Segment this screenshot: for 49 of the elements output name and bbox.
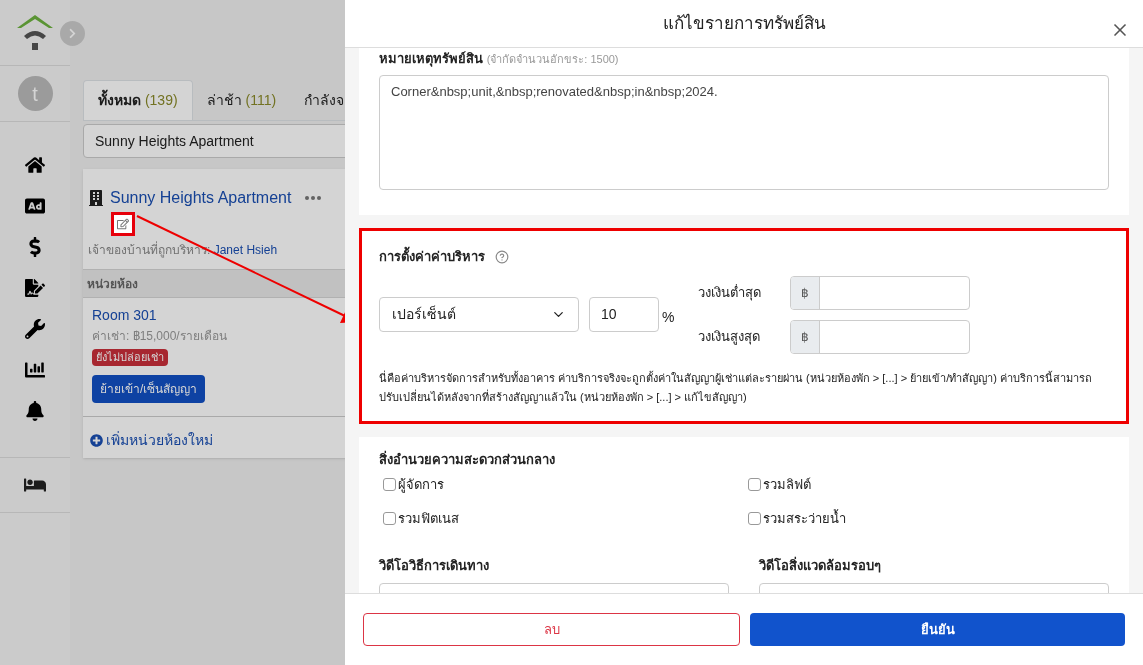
video-label: วิดีโอวิธีการเดินทาง: [379, 557, 490, 575]
amount-field[interactable]: ฿: [790, 275, 971, 310]
home-icon[interactable]: [25, 155, 45, 175]
bar-chart-icon[interactable]: [25, 360, 45, 380]
fee-type-value: เปอร์เซ็นต์: [392, 304, 456, 324]
checkbox[interactable]: [383, 478, 396, 492]
limit-label: วงเงินสูงสุด: [698, 327, 762, 347]
wrench-icon[interactable]: [25, 319, 45, 339]
checkbox[interactable]: [383, 511, 396, 525]
property-name[interactable]: Sunny Heights Apartment: [110, 186, 292, 210]
notes-textarea[interactable]: Corner&nbsp;unit,&nbsp;renovated&nbsp;in&nbsp;2024.: [379, 75, 1109, 190]
fee-type-select[interactable]: เปอร์เซ็นต์: [379, 297, 579, 332]
add-unit-link[interactable]: เพิ่มหน่วยห้องใหม่: [106, 429, 213, 451]
logo-icon: [15, 13, 55, 52]
checkbox-label[interactable]: รวมสระว่ายน้ำ: [763, 508, 846, 528]
move-in-button[interactable]: ย้ายเข้า/เซ็นสัญญา: [92, 374, 206, 403]
unit-rent: ค่าเช่า: ฿15,000/รายเดือน: [92, 328, 227, 345]
tab[interactable]: ล่าช้า (111): [192, 80, 291, 120]
help-icon[interactable]: [495, 249, 509, 264]
more-icon[interactable]: [305, 196, 322, 200]
tab[interactable]: กำลังจ: [290, 80, 359, 120]
owner-line: เจ้าของบ้านที่ถูกบริหาร: Janet Hsieh: [88, 241, 278, 259]
checkbox-label[interactable]: รวมลิฟต์: [763, 475, 811, 495]
amenities-title: สิ่งอำนวยความสะดวกส่วนกลาง: [379, 449, 556, 469]
edit-button[interactable]: [111, 212, 135, 236]
dialog-title: แก้ไขรายการทรัพย์สิน: [662, 12, 826, 35]
fee-value-field[interactable]: 10: [589, 297, 659, 332]
add-icon: [90, 433, 103, 447]
chevron-right-icon: [67, 27, 78, 39]
checkbox-label[interactable]: ผู้จัดการ: [398, 475, 444, 495]
confirm-button[interactable]: ยืนยัน: [750, 613, 1125, 646]
edit-icon: [117, 218, 129, 230]
status-badge: ยังไม่ปล่อยเช่า: [92, 349, 168, 366]
bell-icon[interactable]: [25, 401, 45, 421]
video-label: วิดีโอสิ่งแวดล้อมรอบๆ: [759, 556, 882, 575]
amount-field[interactable]: ฿: [790, 319, 971, 354]
building-icon: [88, 190, 104, 206]
contract-icon[interactable]: [25, 278, 45, 298]
delete-button[interactable]: ลบ: [363, 613, 740, 646]
ad-icon[interactable]: [25, 196, 45, 216]
tab[interactable]: ทั้งหมด (139): [83, 80, 193, 120]
fee-note: นี่คือค่าบริหารจัดการสำหรับทั้งอาคาร ค่าบริการจริงจะถูกตั้งค่าในสัญญาผู้เช่าแต่ละรายผ่าน (หน่วยห้องพัก > [...] > ย้ายเข้า/ทำสัญญา) ค่าบริการนี้สามารถปรับเปลี่ยนได้หลังจากที่สร้างสัญญาแล้วใน (หน่วยห้องพัก > [...] > แก้ไขสัญญา): [379, 369, 1093, 406]
checkbox-label[interactable]: รวมฟิตเนส: [398, 508, 459, 528]
unit-name[interactable]: Room 301: [92, 305, 157, 326]
notes-label: หมายเหตุทรัพย์สิน (จำกัดจำนวนอักขระ: 1500): [379, 50, 620, 68]
checkbox[interactable]: [748, 511, 761, 525]
percent-unit: %: [662, 308, 675, 327]
fee-title: การตั้งค่าค่าบริหาร: [379, 247, 485, 267]
checkbox[interactable]: [748, 478, 761, 492]
